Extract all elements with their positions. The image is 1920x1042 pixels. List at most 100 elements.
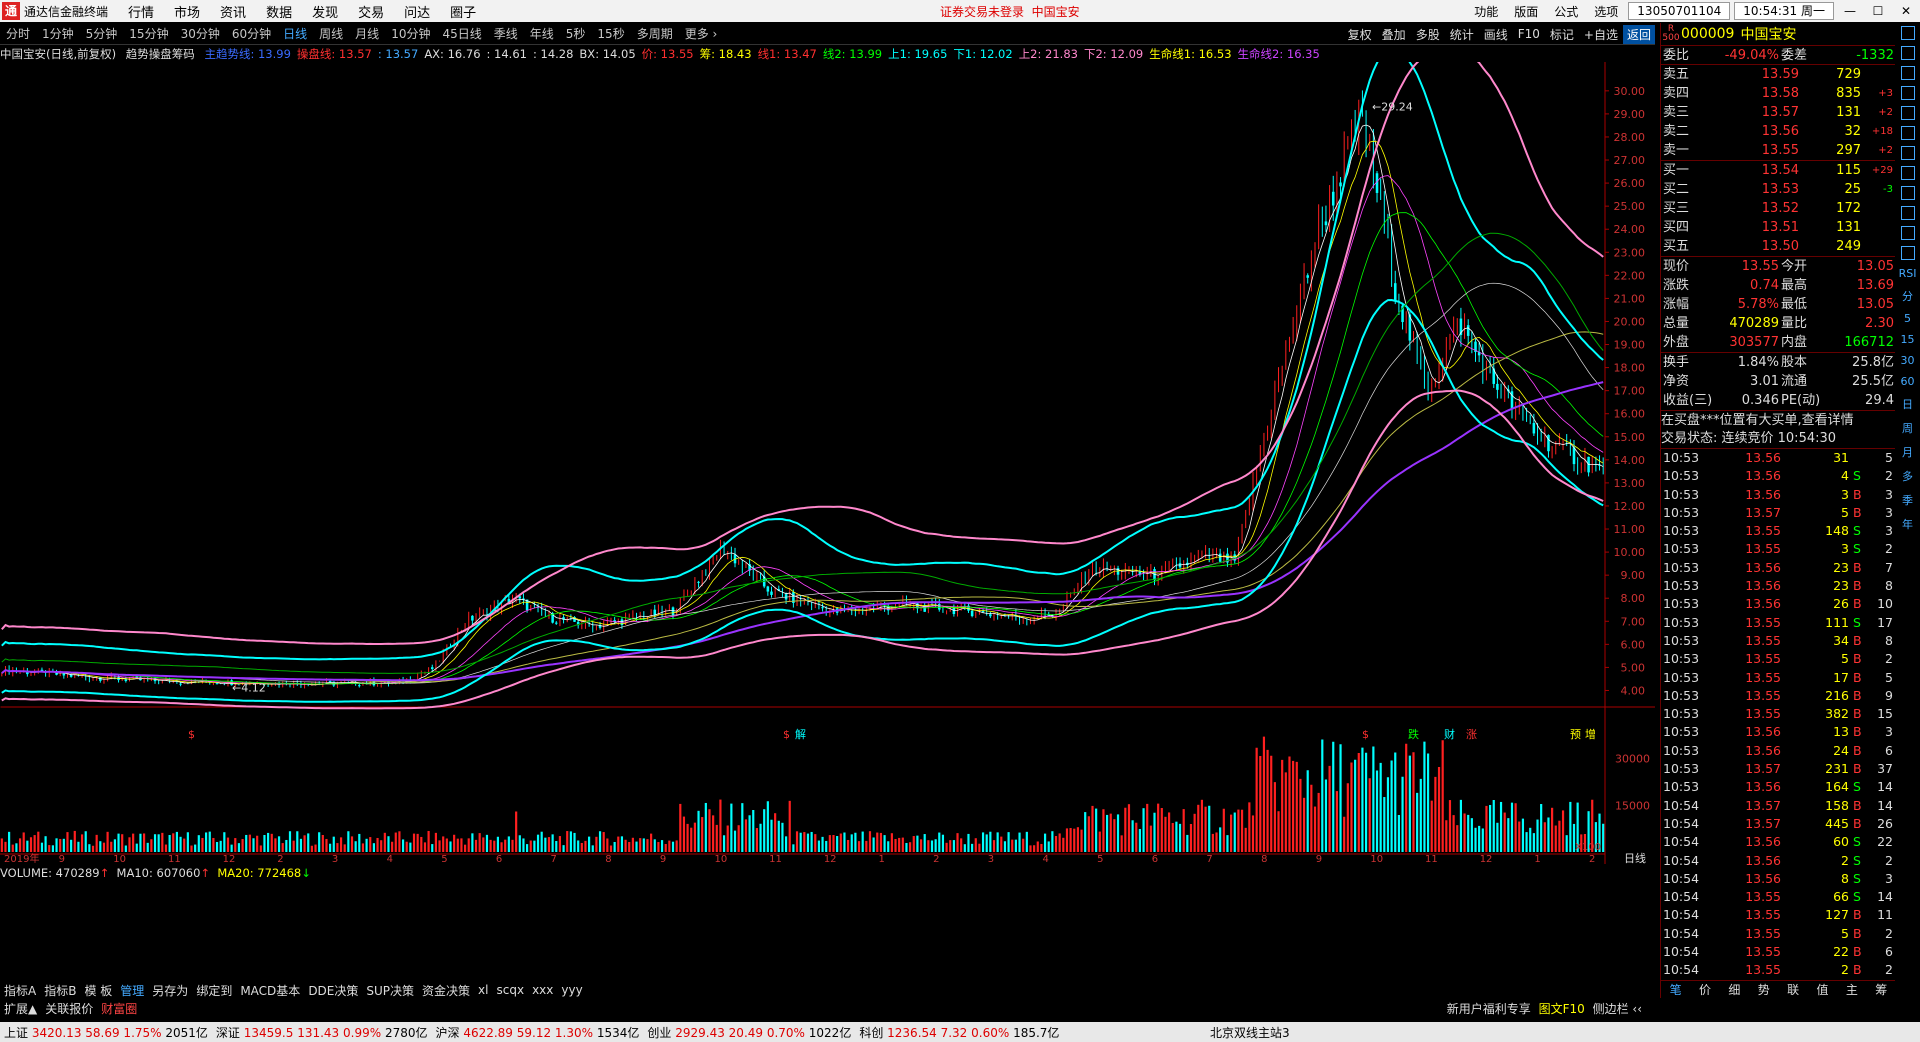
side-tool-icon[interactable]: [1900, 26, 1915, 40]
side-tool-icon[interactable]: [1900, 46, 1915, 60]
ext-tab-related[interactable]: 关联报价: [41, 1000, 97, 1017]
period-tab[interactable]: 60分钟: [226, 25, 277, 42]
event-marker[interactable]: 涨: [1466, 728, 1477, 741]
side-period-label[interactable]: 月: [1902, 444, 1913, 460]
side-period-label[interactable]: 季: [1902, 492, 1913, 508]
news-ticker[interactable]: 新用户福利专享 图文F10 侧边栏 ‹‹: [1439, 1000, 1650, 1017]
side-period-label[interactable]: 分: [1902, 288, 1913, 304]
order-book-row[interactable]: 卖四 13.58 835 +3: [1661, 84, 1895, 103]
ext-tab-expand[interactable]: 扩展▲: [0, 1000, 41, 1017]
chart-tool-button[interactable]: 叠加: [1377, 26, 1411, 43]
chart-tool-button[interactable]: 返回: [1622, 24, 1655, 44]
order-book-row[interactable]: 买五 13.50 249: [1661, 237, 1895, 256]
period-tab[interactable]: 15秒: [591, 25, 630, 42]
indicator-tab[interactable]: scqx: [492, 983, 528, 997]
quote-footer-tab[interactable]: 筹: [1875, 981, 1887, 998]
event-marker[interactable]: 解: [795, 727, 806, 741]
indicator-tab[interactable]: 管理: [116, 982, 148, 999]
server-status[interactable]: 北京双线主站3: [1210, 1024, 1290, 1041]
period-tab[interactable]: 45日线: [436, 25, 487, 42]
chart-tool-button[interactable]: 标记: [1545, 26, 1579, 43]
menu-wenda[interactable]: 问达: [394, 2, 440, 21]
tick-list[interactable]: 10:53 13.56 31 5 10:53 13.56 4 S 2 10:53 13.56 3 B 3 1…: [1661, 448, 1895, 980]
period-tab[interactable]: 30分钟: [175, 25, 226, 42]
event-marker[interactable]: 增: [1585, 727, 1596, 741]
account-box[interactable]: 13050701104: [1628, 2, 1731, 20]
ext-tab-wealth[interactable]: 财富圈: [97, 1000, 141, 1017]
order-book-row[interactable]: 买二 13.53 25 -3: [1661, 180, 1895, 199]
event-marker[interactable]: 预: [1570, 728, 1581, 741]
quote-footer-tab[interactable]: 价: [1699, 981, 1711, 998]
side-period-label[interactable]: 30: [1901, 354, 1915, 367]
indicator-tab[interactable]: SUP决策: [362, 982, 418, 999]
period-tab[interactable]: 月线: [349, 25, 385, 42]
indicator-tab[interactable]: 指标B: [40, 982, 80, 999]
side-tool-icon[interactable]: [1900, 166, 1915, 180]
indicator-tab[interactable]: yyy: [557, 983, 586, 997]
indicator-tab[interactable]: 模 板: [80, 982, 116, 999]
side-tool-icon[interactable]: [1900, 66, 1915, 80]
side-tool-icon[interactable]: [1900, 206, 1915, 220]
menu-shichang[interactable]: 市场: [164, 2, 210, 21]
side-period-label[interactable]: 周: [1902, 420, 1913, 436]
index-quote[interactable]: 上证 3420.13 58.69 1.75% 2051亿: [0, 1024, 212, 1041]
quote-footer-tab[interactable]: 联: [1787, 981, 1799, 998]
menu-faxian[interactable]: 发现: [302, 2, 348, 21]
chart-tool-button[interactable]: 多股: [1411, 26, 1445, 43]
side-tool-icon[interactable]: [1900, 106, 1915, 120]
indicator-tab[interactable]: DDE决策: [304, 982, 362, 999]
big-order-message[interactable]: 在买盘***位置有大买单,查看详情: [1661, 410, 1895, 429]
side-tool-icon[interactable]: [1900, 226, 1915, 240]
period-tab[interactable]: 15分钟: [123, 25, 174, 42]
side-tool-icon[interactable]: [1900, 246, 1915, 260]
event-marker[interactable]: 跌: [1408, 727, 1419, 741]
side-period-label[interactable]: 多: [1902, 468, 1913, 484]
chart-tool-button[interactable]: 复权: [1343, 26, 1377, 43]
maximize-icon[interactable]: ☐: [1864, 4, 1892, 18]
close-icon[interactable]: ✕: [1892, 4, 1920, 18]
order-book-row[interactable]: 卖一 13.55 297 +2: [1661, 141, 1895, 160]
menu-banmian[interactable]: 版面: [1506, 3, 1546, 20]
index-quote[interactable]: 科创 1236.54 7.32 0.60% 185.7亿: [855, 1024, 1063, 1041]
kline-chart[interactable]: 30.0029.0028.0027.0026.0025.0024.0023.00…: [0, 62, 1655, 864]
side-tool-icon[interactable]: [1900, 86, 1915, 100]
order-book-row[interactable]: 买四 13.51 131: [1661, 218, 1895, 237]
chart-tool-button[interactable]: F10: [1513, 27, 1545, 41]
indicator-tab[interactable]: 资金决策: [418, 982, 474, 999]
menu-hangqing[interactable]: 行情: [118, 2, 164, 21]
order-book-row[interactable]: 卖五 13.59 729: [1661, 65, 1895, 84]
side-tool-icon[interactable]: [1900, 126, 1915, 140]
quote-footer-tab[interactable]: 笔: [1670, 981, 1682, 998]
period-tab[interactable]: 分时: [0, 25, 36, 42]
side-tool-icon[interactable]: [1900, 146, 1915, 160]
event-marker[interactable]: $: [188, 728, 195, 741]
indicator-tab[interactable]: 指标A: [0, 982, 40, 999]
indicator-tab[interactable]: MACD基本: [236, 982, 304, 999]
indicator-tab[interactable]: xl: [474, 983, 492, 997]
period-tab[interactable]: 5秒: [560, 25, 592, 42]
period-tab[interactable]: 更多 ›: [679, 25, 724, 42]
indicator-tab[interactable]: 另存为: [148, 982, 192, 999]
order-book-row[interactable]: 卖三 13.57 131 +2: [1661, 103, 1895, 122]
period-label[interactable]: 日线: [1624, 851, 1646, 864]
side-period-label[interactable]: 5: [1904, 312, 1911, 325]
order-book-row[interactable]: 买三 13.52 172: [1661, 199, 1895, 218]
menu-jiaoyi[interactable]: 交易: [348, 2, 394, 21]
quote-footer-tab[interactable]: 值: [1817, 981, 1829, 998]
indicator-name[interactable]: 趋势操盘筹码: [126, 47, 195, 61]
menu-shuju[interactable]: 数据: [256, 2, 302, 21]
period-tab[interactable]: 1分钟: [36, 25, 80, 42]
period-tab[interactable]: 多周期: [631, 25, 679, 42]
chart-tool-button[interactable]: 画线: [1479, 26, 1513, 43]
side-period-label[interactable]: 60: [1901, 375, 1915, 388]
menu-xuanxiang[interactable]: 选项: [1586, 3, 1626, 20]
menu-gongshi[interactable]: 公式: [1546, 3, 1586, 20]
event-marker[interactable]: $: [783, 728, 790, 741]
period-tab[interactable]: 5分钟: [80, 25, 124, 42]
index-quote[interactable]: 深证 13459.5 131.43 0.99% 2780亿: [212, 1024, 432, 1041]
index-quote[interactable]: 沪深 4622.89 59.12 1.30% 1534亿: [431, 1024, 643, 1041]
side-period-label[interactable]: 年: [1902, 516, 1913, 532]
order-book-row[interactable]: 买一 13.54 115 +29: [1661, 161, 1895, 180]
quote-footer-tab[interactable]: 细: [1728, 981, 1740, 998]
period-tab[interactable]: 年线: [524, 25, 560, 42]
